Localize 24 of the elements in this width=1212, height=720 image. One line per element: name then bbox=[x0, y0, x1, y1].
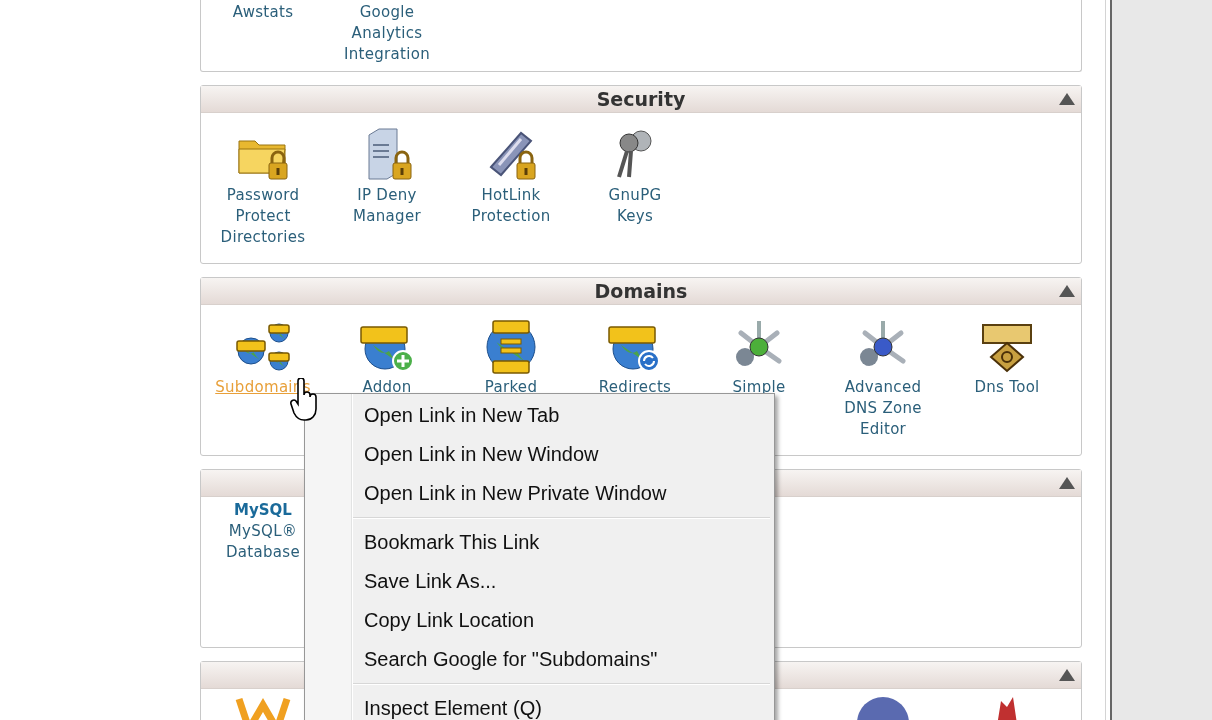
feature-link[interactable]: Dns Tool bbox=[974, 377, 1040, 398]
section-title: Security bbox=[596, 88, 686, 110]
menu-item[interactable]: Search Google for "Subdomains" bbox=[307, 640, 772, 679]
collapse-arrow-icon[interactable] bbox=[1059, 669, 1075, 681]
menu-item[interactable]: Open Link in New Window bbox=[307, 435, 772, 474]
feature-link[interactable]: Awstats bbox=[232, 2, 294, 23]
collapse-arrow-icon[interactable] bbox=[1059, 477, 1075, 489]
globe-equals-icon[interactable] bbox=[483, 319, 539, 375]
collapse-arrow-icon[interactable] bbox=[1059, 285, 1075, 297]
feature-link[interactable]: IP Deny Manager bbox=[353, 185, 421, 227]
menu-item[interactable]: Save Link As... bbox=[307, 562, 772, 601]
feature-link[interactable]: Google Analytics Integration bbox=[344, 2, 430, 65]
menu-item[interactable]: Open Link in New Private Window bbox=[307, 474, 772, 513]
feature-link[interactable]: MySQL® Database bbox=[226, 521, 300, 563]
logo-text: MySQL bbox=[234, 501, 292, 519]
menu-item[interactable]: Copy Link Location bbox=[307, 601, 772, 640]
feature-link[interactable]: Password Protect Directories bbox=[220, 185, 306, 248]
feature-link[interactable]: GnuPG Keys bbox=[608, 185, 662, 227]
collapse-arrow-icon[interactable] bbox=[1059, 93, 1075, 105]
feature-link[interactable]: Advanced DNS Zone Editor bbox=[844, 377, 922, 440]
menu-item[interactable]: Bookmark This Link bbox=[307, 523, 772, 562]
menu-item[interactable]: Inspect Element (Q) bbox=[307, 689, 772, 720]
feature-link[interactable]: HotLink Protection bbox=[471, 185, 551, 227]
section-title: Domains bbox=[594, 280, 688, 302]
